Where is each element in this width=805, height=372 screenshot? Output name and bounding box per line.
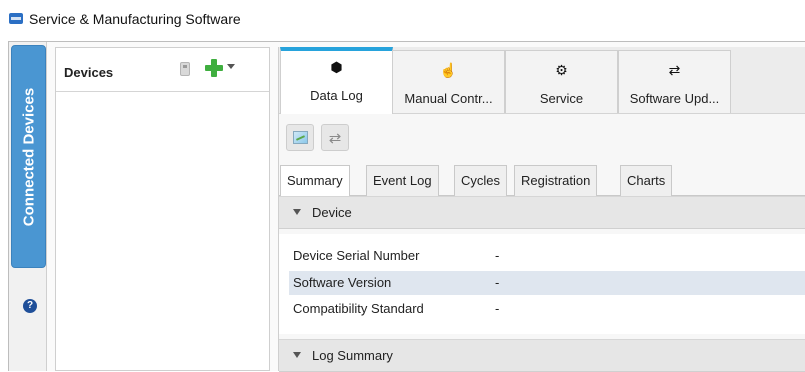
property-value: -	[495, 275, 500, 290]
refresh-icon: ⇄	[328, 130, 342, 147]
gear-wrench-icon: ⚙	[555, 62, 568, 78]
tab-label: Service	[539, 91, 584, 106]
app-logo-icon	[9, 13, 23, 24]
section-label: Log Summary	[312, 348, 393, 363]
left-rail: Connected Devices ?	[9, 42, 47, 371]
property-value: -	[495, 248, 500, 263]
main-panel: ⬢ Data Log ☝ Manual Contr... ⚙ Service ⇄…	[278, 47, 805, 372]
collapse-icon	[293, 352, 301, 358]
section-label: Device	[312, 205, 352, 220]
add-device-icon[interactable]	[205, 59, 223, 77]
sync-icon: ⇄	[668, 62, 681, 78]
property-key: Device Serial Number	[293, 248, 420, 263]
subtab-summary[interactable]: Summary	[280, 165, 350, 197]
subtab-event-log[interactable]: Event Log	[366, 165, 439, 196]
subtab-cycles[interactable]: Cycles	[454, 165, 508, 196]
cube-icon: ⬢	[330, 59, 343, 75]
help-icon[interactable]: ?	[23, 299, 37, 313]
ribbon-tabs: ⬢ Data Log ☝ Manual Contr... ⚙ Service ⇄…	[279, 47, 805, 114]
window-title: Service & Manufacturing Software	[29, 11, 241, 27]
log-summary-section-header[interactable]: Log Summary	[279, 339, 805, 372]
tab-label: Manual Contr...	[404, 91, 493, 106]
hand-icon: ☝	[439, 62, 458, 78]
connected-devices-tab[interactable]: Connected Devices	[11, 45, 46, 268]
chart-button[interactable]	[286, 124, 314, 151]
tab-manual-control[interactable]: ☝ Manual Contr...	[392, 50, 505, 113]
refresh-button[interactable]: ⇄	[321, 124, 349, 151]
subtab-charts[interactable]: Charts	[620, 165, 673, 196]
device-section-header[interactable]: Device	[279, 196, 805, 229]
devices-panel: Devices	[55, 47, 270, 371]
tab-label: Data Log	[310, 88, 363, 103]
property-row: Software Version -	[289, 271, 805, 295]
toolbar: ⇄	[279, 114, 805, 159]
device-properties: Device Serial Number - Software Version …	[279, 234, 805, 334]
property-row: Device Serial Number -	[289, 244, 805, 268]
subtab-bar: Summary Event Log Cycles Registration Ch…	[279, 165, 805, 197]
connected-devices-label: Connected Devices	[20, 87, 37, 226]
tab-label: Software Upd...	[629, 91, 720, 106]
chart-icon	[293, 131, 308, 144]
tab-software-update[interactable]: ⇄ Software Upd...	[618, 50, 731, 113]
chevron-down-icon[interactable]	[227, 64, 235, 69]
devices-title: Devices	[64, 65, 114, 80]
devices-header: Devices	[56, 48, 269, 92]
title-bar: Service & Manufacturing Software	[0, 0, 805, 40]
property-key: Software Version	[293, 275, 392, 290]
device-icon[interactable]	[180, 62, 190, 76]
subtab-registration[interactable]: Registration	[514, 165, 598, 196]
property-value: -	[495, 301, 500, 316]
tab-service[interactable]: ⚙ Service	[505, 50, 618, 113]
tab-data-log[interactable]: ⬢ Data Log	[280, 47, 393, 114]
property-key: Compatibility Standard	[293, 301, 424, 316]
property-row: Compatibility Standard -	[289, 297, 805, 321]
collapse-icon	[293, 209, 301, 215]
